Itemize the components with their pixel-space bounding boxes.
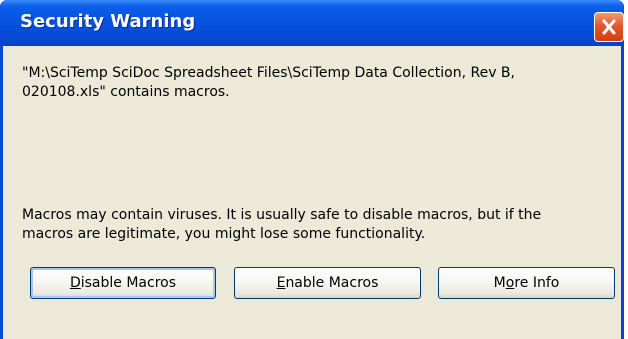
- warning-message-line-1: Macros may contain viruses. It is usuall…: [22, 207, 542, 223]
- security-warning-dialog: Security Warning "M:\SciTemp SciDoc Spre…: [0, 0, 624, 339]
- warning-message: Macros may contain viruses. It is usuall…: [22, 206, 541, 244]
- close-icon: [602, 19, 616, 35]
- more-info-label-end: re Info: [514, 275, 560, 291]
- file-message-line-1: "M:\SciTemp SciDoc Spreadsheet Files\Sci…: [22, 65, 515, 81]
- dialog-title: Security Warning: [20, 11, 196, 32]
- more-info-button[interactable]: More Info: [438, 267, 615, 299]
- file-message-line-2: 020108.xls" contains macros.: [22, 84, 230, 100]
- disable-macros-accelerator: D: [69, 275, 81, 291]
- title-bar[interactable]: Security Warning: [0, 0, 624, 46]
- close-button[interactable]: [594, 12, 624, 42]
- disable-macros-button[interactable]: Disable Macros: [30, 267, 216, 299]
- dialog-body: "M:\SciTemp SciDoc Spreadsheet Files\Sci…: [3, 46, 621, 339]
- enable-macros-button[interactable]: Enable Macros: [234, 267, 421, 299]
- warning-message-line-2: macros are legitimate, you might lose so…: [22, 226, 426, 242]
- disable-macros-label: isable Macros: [80, 275, 177, 291]
- more-info-label-start: M: [493, 275, 506, 291]
- enable-macros-label: nable Macros: [285, 275, 379, 291]
- file-message: "M:\SciTemp SciDoc Spreadsheet Files\Sci…: [22, 64, 515, 102]
